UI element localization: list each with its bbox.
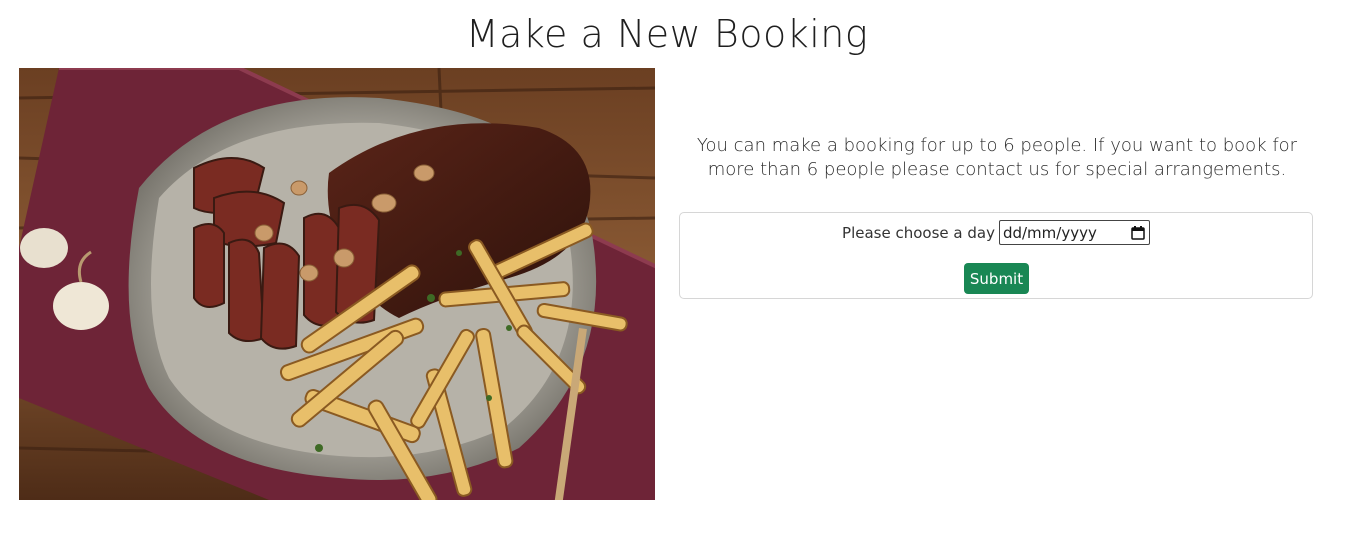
steak-fries-photo — [19, 68, 655, 500]
booking-info-text: You can make a booking for up to 6 peopl… — [696, 135, 1298, 180]
date-label: Please choose a day — [842, 223, 995, 242]
calendar-icon[interactable] — [1131, 225, 1145, 240]
date-placeholder: dd/mm/yyyy — [1002, 223, 1097, 242]
booking-form: Please choose a day dd/mm/yyyy Submit — [679, 212, 1313, 299]
page-title: Make a New Booking — [465, 12, 869, 56]
hero-image — [19, 68, 655, 500]
date-row: Please choose a day dd/mm/yyyy — [680, 220, 1312, 245]
date-input[interactable]: dd/mm/yyyy — [998, 220, 1150, 245]
submit-button[interactable]: Submit — [964, 263, 1029, 294]
